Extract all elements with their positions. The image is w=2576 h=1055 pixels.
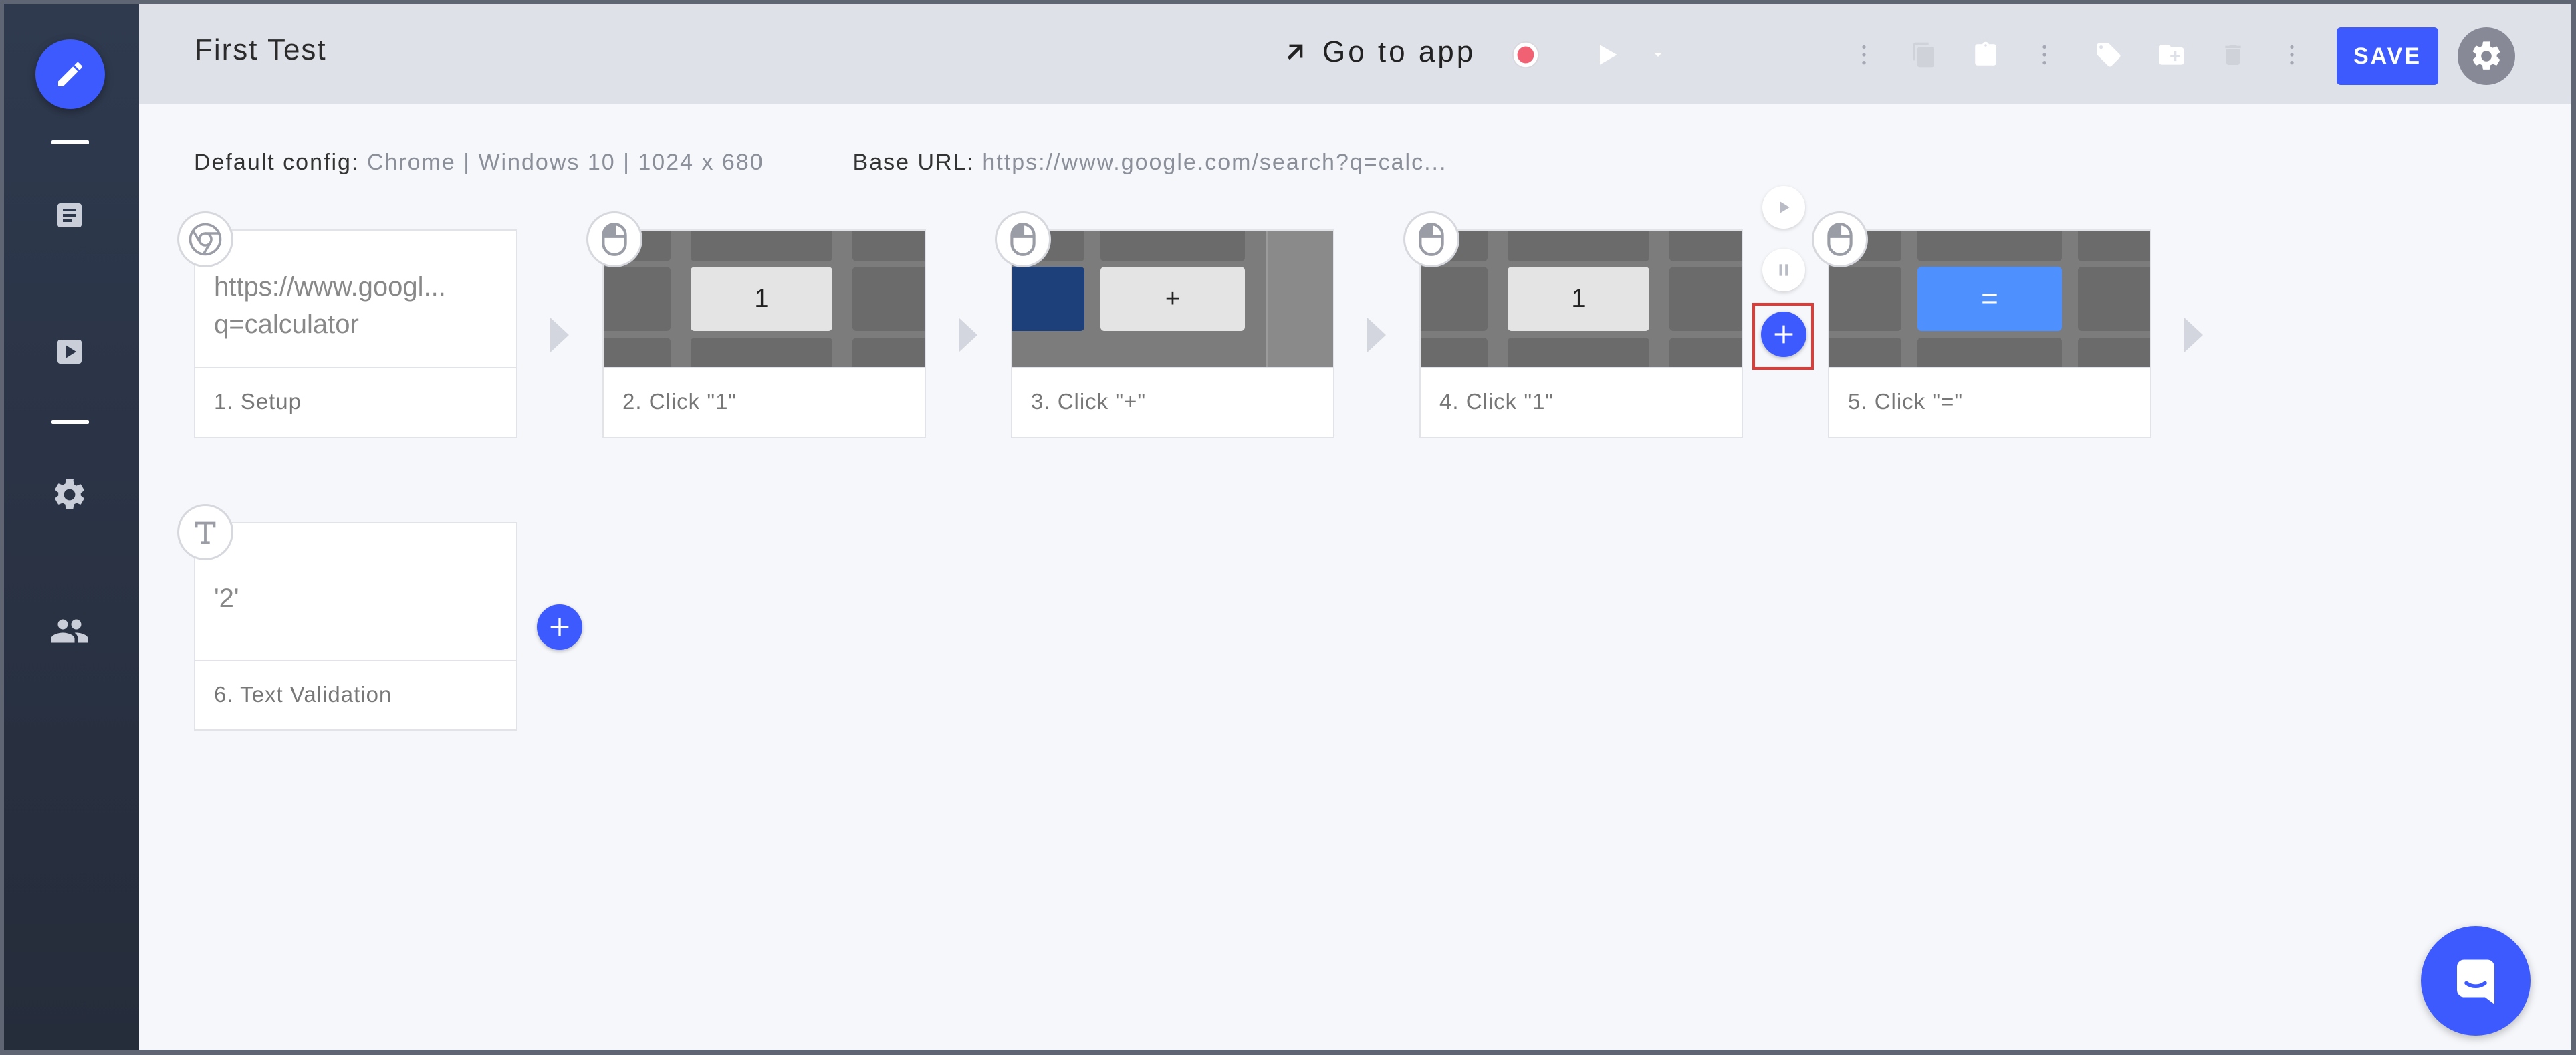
step-caption: 4. Click "1" [1421, 367, 1742, 437]
step-type-badge [1403, 211, 1459, 267]
sidebar [0, 0, 139, 1055]
test-settings-button[interactable] [2458, 27, 2515, 85]
step-type-badge [995, 211, 1051, 267]
flow-arrow [959, 318, 977, 352]
kebab-icon [2042, 45, 2046, 65]
default-config-label: Default config: [194, 150, 360, 175]
step-type-badge [177, 211, 233, 267]
plus-icon [550, 618, 569, 636]
base-url-value[interactable]: https://www.google.com/search?q=calc... [982, 150, 1447, 175]
step-caption: 2. Click "1" [604, 367, 925, 437]
sidebar-divider [51, 140, 89, 144]
more-menu-button[interactable] [2276, 39, 2308, 71]
step-caption: 5. Click "=" [1829, 367, 2150, 437]
add-step-button[interactable] [537, 604, 582, 650]
chrome-icon [189, 223, 222, 256]
trash-icon [2225, 45, 2241, 65]
setup-url-line1: https://www.googl... [214, 272, 446, 302]
validation-value: '2' [214, 584, 239, 613]
gear-icon [55, 479, 84, 509]
flow-arrow [550, 318, 569, 352]
step-screenshot-thumb: 1 [1421, 231, 1742, 367]
pencil-icon [58, 62, 83, 86]
header-bar: First Test Go to app SAVE [139, 0, 2571, 104]
default-config-value[interactable]: Chrome | Windows 10 | 1024 x 680 [367, 150, 764, 175]
pause-icon [1779, 264, 1788, 276]
pause-here-button[interactable] [1762, 249, 1805, 291]
copy-icon [1913, 42, 1934, 68]
step-card-click-1[interactable]: 1 2. Click "1" [602, 229, 926, 438]
add-to-folder-button[interactable] [2155, 39, 2188, 71]
record-button[interactable] [1510, 39, 1542, 71]
step-card-setup[interactable]: https://www.googl... q=calculator 1. Set… [194, 229, 517, 438]
sidebar-item-runs[interactable] [43, 325, 96, 378]
go-to-app-label: Go to app [1322, 35, 1476, 68]
highlight-box [1752, 303, 1814, 370]
copy-button[interactable] [1908, 39, 1940, 71]
step-screenshot-thumb: 1 [604, 231, 925, 367]
step-type-badge [586, 211, 642, 267]
paste-button[interactable] [1970, 39, 2002, 71]
mouse-icon [602, 223, 627, 256]
play-icon [1780, 201, 1790, 213]
sidebar-divider [51, 420, 89, 424]
step-type-badge [177, 504, 233, 560]
sidebar-item-team[interactable] [43, 604, 96, 658]
play-icon [1600, 45, 1617, 65]
sidebar-item-settings[interactable] [43, 468, 96, 521]
step-type-badge [1812, 211, 1868, 267]
tag-button[interactable] [2093, 39, 2125, 71]
setup-url-line2: q=calculator [214, 310, 359, 339]
step-card-click-plus[interactable]: + 3. Click "+" [1011, 229, 1334, 438]
step-caption: 3. Click "+" [1012, 367, 1333, 437]
mouse-icon [1827, 223, 1853, 256]
gear-icon [2472, 41, 2500, 70]
save-button[interactable]: SAVE [2337, 27, 2438, 85]
kebab-icon [1862, 45, 1866, 65]
more-menu-button[interactable] [2028, 39, 2061, 71]
config-line: Default config: Chrome | Windows 10 | 10… [194, 150, 1447, 176]
caret-down-icon [1654, 53, 1662, 57]
chat-bubble-icon [2457, 959, 2494, 1004]
thumb-key: = [1917, 267, 2062, 331]
kebab-icon [2290, 45, 2294, 65]
edit-button[interactable] [35, 39, 105, 109]
sidebar-item-tests[interactable] [43, 189, 96, 242]
step-caption: 6. Text Validation [195, 660, 516, 729]
folder-plus-icon [2159, 45, 2184, 65]
play-button[interactable] [1591, 39, 1623, 71]
thumb-key: 1 [691, 267, 832, 331]
chat-support-button[interactable] [2421, 926, 2531, 1036]
step-card-click-1[interactable]: 1 4. Click "1" [1419, 229, 1743, 438]
step-screenshot-thumb: = [1829, 231, 2150, 367]
test-title[interactable]: First Test [195, 33, 327, 67]
step-screenshot-thumb: + [1012, 231, 1333, 367]
step-card-click-equals[interactable]: = 5. Click "=" [1828, 229, 2151, 438]
run-from-here-button[interactable] [1762, 186, 1805, 229]
record-icon [1512, 41, 1540, 69]
base-url-label: Base URL: [852, 150, 975, 175]
mouse-icon [1010, 223, 1036, 256]
flow-arrow [2184, 318, 2203, 352]
thumb-key: 1 [1508, 267, 1649, 331]
play-box-icon [57, 340, 82, 364]
clipboard-icon [1975, 41, 1996, 66]
delete-button[interactable] [2217, 39, 2249, 71]
tag-icon [2097, 43, 2121, 67]
play-options-dropdown[interactable] [1647, 44, 1669, 66]
text-icon [195, 521, 216, 544]
go-to-app-link[interactable]: Go to app [1284, 31, 1476, 74]
thumb-key: + [1100, 267, 1245, 331]
mouse-icon [1419, 223, 1444, 256]
step-caption: 1. Setup [195, 367, 516, 437]
step-card-text-validation[interactable]: '2' 6. Text Validation [194, 522, 517, 731]
flow-arrow [1367, 318, 1386, 352]
people-icon [51, 619, 88, 643]
document-list-icon [57, 203, 82, 227]
more-menu-button[interactable] [1848, 39, 1880, 71]
arrow-up-right-icon [1287, 44, 1303, 60]
